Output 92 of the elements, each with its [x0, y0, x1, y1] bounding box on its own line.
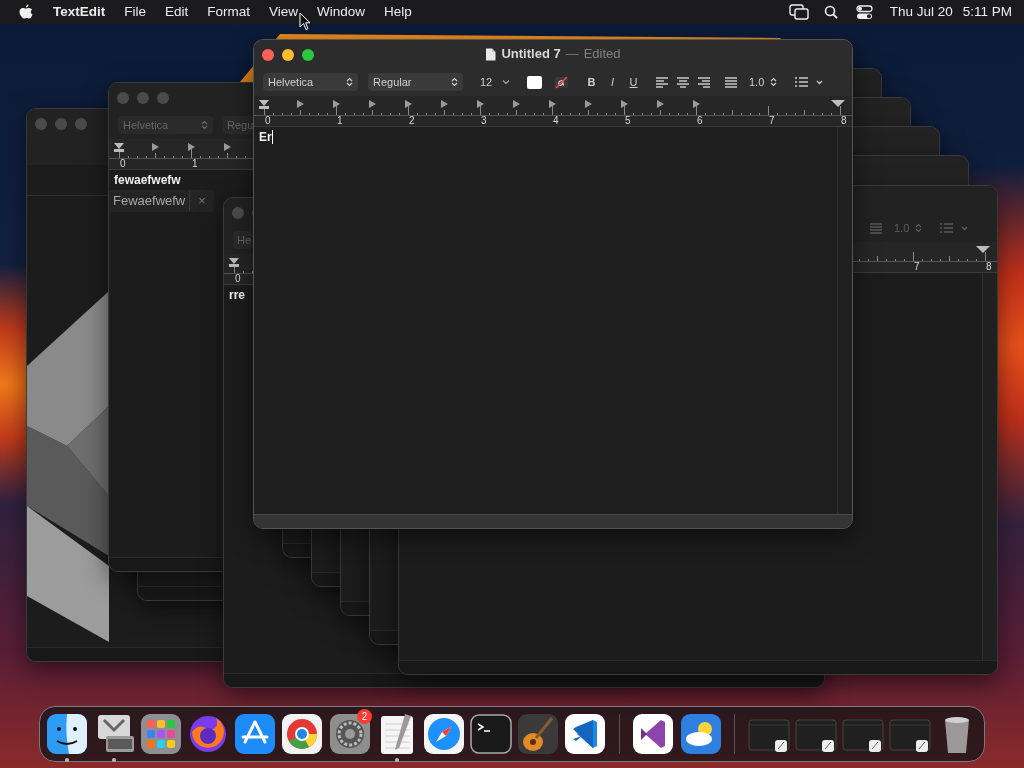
text-style-button[interactable]: I	[606, 73, 619, 91]
ruler-number: 3	[480, 115, 488, 126]
indent-marker-icon[interactable]	[229, 258, 239, 267]
tab-stop-icon[interactable]	[297, 100, 304, 108]
ruler-number: 7	[768, 115, 776, 126]
align-justify-icon[interactable]	[725, 75, 737, 89]
highlight-color-icon[interactable]	[554, 75, 569, 89]
edited-status: Edited	[583, 45, 621, 64]
tab-stop-icon[interactable]	[621, 100, 628, 108]
document-icon	[485, 47, 497, 61]
letter-a-icon[interactable]	[233, 712, 278, 756]
ruler-number: 2	[408, 115, 416, 126]
suggestion-text[interactable]: Fewaefwefw	[109, 191, 191, 211]
align-left-icon[interactable]	[656, 75, 668, 89]
margin-marker-icon[interactable]	[831, 100, 845, 107]
zoom-button[interactable]	[302, 49, 314, 61]
app-grid-icon[interactable]	[138, 712, 183, 756]
ruler-number: 0	[119, 158, 127, 169]
guitar-icon[interactable]	[516, 712, 561, 756]
gear-icon[interactable]	[327, 712, 372, 756]
document-text: fewaefwefw	[114, 172, 181, 189]
document-text: rre	[229, 287, 245, 304]
tab-stop-icon[interactable]	[188, 143, 195, 151]
menu-item[interactable]: Help	[384, 1, 412, 23]
list-chevron-icon[interactable]	[794, 76, 824, 88]
app-menu[interactable]: TextEdit	[53, 1, 106, 23]
ruler-number: 5	[624, 115, 632, 126]
ruler-number: 6	[696, 115, 704, 126]
screen-mirroring-icon[interactable]	[788, 4, 809, 20]
compass-icon[interactable]	[421, 712, 466, 756]
tab-stop-icon[interactable]	[333, 100, 340, 108]
minimize-button[interactable]	[282, 49, 294, 61]
ruler-number: 8	[840, 115, 847, 126]
text-color-swatch[interactable]	[527, 75, 542, 89]
tab-stop-icon[interactable]	[549, 100, 556, 108]
dismiss-button[interactable]: ×	[190, 191, 214, 211]
font-popup[interactable]: Helvetica	[263, 73, 358, 91]
ruler-number: 4	[552, 115, 560, 126]
menu-item[interactable]: File	[124, 1, 147, 23]
ruler-number: 1	[191, 158, 198, 169]
tab-stop-icon[interactable]	[441, 100, 448, 108]
close-button[interactable]	[262, 49, 274, 61]
chevron-down-icon	[502, 79, 510, 85]
stepper-arrows-icon	[770, 77, 777, 87]
title-separator: —	[565, 45, 579, 64]
tab-stop-icon[interactable]	[369, 100, 376, 108]
indent-marker-icon[interactable]	[259, 100, 269, 109]
tab-stop-icon[interactable]	[657, 100, 664, 108]
search-icon[interactable]	[823, 5, 838, 19]
menu-item[interactable]: Edit	[165, 1, 189, 23]
tab-stop-icon[interactable]	[513, 100, 520, 108]
stepper-arrows-icon	[346, 77, 353, 87]
menu-bar-time[interactable]: 5:11 PM	[962, 1, 1012, 23]
stepper-arrows-icon	[201, 120, 208, 130]
ruler-number: 8	[985, 261, 992, 272]
window-title: Untitled 7	[501, 45, 561, 64]
tab-stop-icon[interactable]	[585, 100, 592, 108]
stepper-arrows-icon	[451, 77, 458, 87]
align-right-icon[interactable]	[698, 75, 710, 89]
margin-marker-icon[interactable]	[976, 246, 990, 253]
document-text: Er	[259, 129, 272, 146]
tab-stop-icon[interactable]	[477, 100, 484, 108]
indent-marker-icon[interactable]	[114, 143, 124, 152]
notification-badge: 2	[357, 709, 373, 724]
ruler-number: 0	[264, 115, 272, 126]
align-center-icon[interactable]	[677, 75, 689, 89]
smiling-face-icon[interactable]	[44, 712, 89, 756]
font-popup[interactable]: Regular	[368, 73, 463, 91]
text-style-button[interactable]: U	[627, 73, 640, 91]
text-style-button[interactable]: B	[585, 73, 598, 91]
text-cursor	[271, 130, 273, 144]
menu-bar-date[interactable]: Thu Jul 20	[889, 1, 953, 23]
cloud-sun-icon[interactable]	[678, 712, 723, 756]
ruler-number: 0	[234, 273, 241, 284]
stepper-arrows-icon	[915, 223, 922, 233]
apple-logo-icon[interactable]	[19, 4, 33, 20]
terminal-icon[interactable]	[469, 712, 513, 756]
control-center-icon[interactable]	[855, 4, 873, 20]
ribbon-icon[interactable]	[631, 712, 676, 756]
ring-icon[interactable]	[280, 712, 325, 756]
menu-item[interactable]: View	[269, 1, 299, 23]
tab-stop-icon[interactable]	[224, 143, 231, 151]
tab-stop-icon[interactable]	[693, 100, 700, 108]
tab-stop-icon[interactable]	[405, 100, 412, 108]
ruler-number: 1	[336, 115, 344, 126]
line-spacing-popup[interactable]: 1.0	[746, 73, 780, 91]
menu-item[interactable]: Window	[317, 1, 366, 23]
font-size-field[interactable]: 12	[477, 73, 513, 91]
tab-stop-icon[interactable]	[152, 143, 159, 151]
ribbon-icon[interactable]	[563, 712, 608, 756]
ruler-number: 7	[913, 261, 921, 272]
menu-item[interactable]: Format	[207, 1, 251, 23]
